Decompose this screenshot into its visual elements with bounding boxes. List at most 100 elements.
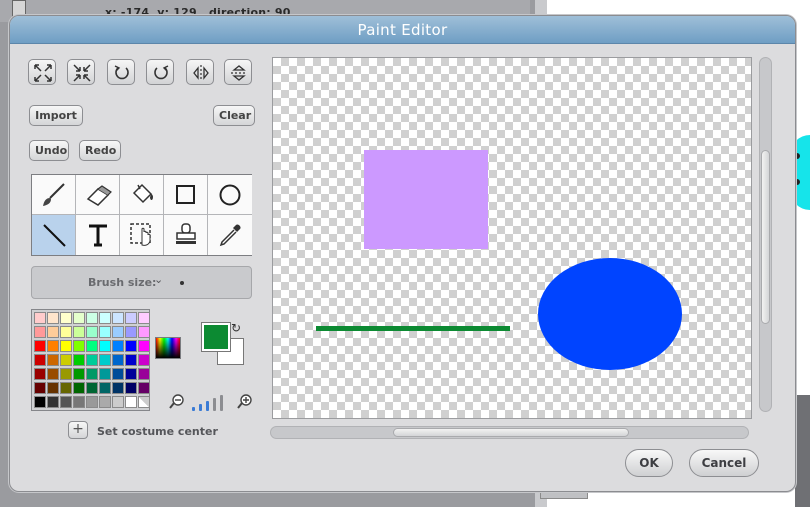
color-swatch[interactable] <box>125 396 137 408</box>
color-swatch[interactable] <box>47 354 59 366</box>
zoom-level-bar[interactable] <box>213 398 216 411</box>
color-swatch[interactable] <box>47 312 59 324</box>
color-swatch[interactable] <box>86 396 98 408</box>
zoom-level-indicator[interactable] <box>190 393 230 411</box>
color-swatch[interactable] <box>73 396 85 408</box>
color-swatch[interactable] <box>112 396 124 408</box>
color-swatch[interactable] <box>73 382 85 394</box>
color-swatch[interactable] <box>99 396 111 408</box>
color-swatch[interactable] <box>86 354 98 366</box>
horizontal-scroll-thumb[interactable] <box>393 428 629 437</box>
fill-tool[interactable] <box>120 175 164 215</box>
color-swatch[interactable] <box>60 340 72 352</box>
color-swatch[interactable] <box>34 368 46 380</box>
color-swatch[interactable] <box>86 382 98 394</box>
rotate-right-button[interactable] <box>146 59 174 85</box>
color-swatch[interactable] <box>73 326 85 338</box>
color-swatch[interactable] <box>138 396 150 408</box>
color-swatch[interactable] <box>138 382 150 394</box>
color-swatch[interactable] <box>86 326 98 338</box>
color-swatch[interactable] <box>138 340 150 352</box>
color-swatch[interactable] <box>47 382 59 394</box>
select-tool[interactable] <box>120 215 164 255</box>
color-swatch[interactable] <box>112 312 124 324</box>
color-swatch[interactable] <box>99 354 111 366</box>
color-swatch[interactable] <box>34 340 46 352</box>
color-swatch[interactable] <box>112 340 124 352</box>
color-swatch[interactable] <box>86 312 98 324</box>
cancel-button[interactable]: Cancel <box>689 449 759 477</box>
clear-button[interactable]: Clear <box>213 105 255 126</box>
chevron-down-icon[interactable]: ⌄ <box>154 273 163 286</box>
color-swatch[interactable] <box>47 326 59 338</box>
color-spectrum-picker[interactable] <box>155 337 181 359</box>
color-swatch[interactable] <box>99 368 111 380</box>
brush-size-panel[interactable]: Brush size: ⌄ <box>31 266 252 299</box>
color-swatch[interactable] <box>125 312 137 324</box>
color-swatch[interactable] <box>125 340 137 352</box>
zoom-level-bar[interactable] <box>220 395 223 411</box>
color-swatch[interactable] <box>125 368 137 380</box>
flip-vertical-button[interactable] <box>224 59 252 85</box>
color-swatch[interactable] <box>99 326 111 338</box>
zoom-level-bar[interactable] <box>206 401 209 411</box>
color-swatch[interactable] <box>34 326 46 338</box>
color-swatch[interactable] <box>99 312 111 324</box>
color-swatch[interactable] <box>138 368 150 380</box>
swap-colors-icon[interactable]: ↻ <box>231 321 241 335</box>
color-swatch[interactable] <box>86 368 98 380</box>
vertical-scroll-thumb[interactable] <box>761 150 770 324</box>
zoom-level-bar[interactable] <box>192 407 195 411</box>
dialog-titlebar[interactable]: Paint Editor <box>10 16 795 44</box>
color-swatch[interactable] <box>86 340 98 352</box>
color-swatch[interactable] <box>34 312 46 324</box>
color-swatch[interactable] <box>138 312 150 324</box>
text-tool[interactable] <box>76 215 120 255</box>
color-swatch[interactable] <box>73 312 85 324</box>
zoom-level-bar[interactable] <box>199 404 202 411</box>
color-swatch[interactable] <box>34 396 46 408</box>
color-swatch[interactable] <box>60 354 72 366</box>
grow-button[interactable] <box>28 59 56 85</box>
shrink-button[interactable] <box>67 59 95 85</box>
color-swatch[interactable] <box>99 382 111 394</box>
color-swatch[interactable] <box>138 326 150 338</box>
stamp-tool[interactable] <box>164 215 208 255</box>
canvas-vertical-scrollbar[interactable] <box>759 57 772 412</box>
flip-horizontal-button[interactable] <box>186 59 214 85</box>
color-swatch[interactable] <box>60 396 72 408</box>
color-swatch[interactable] <box>73 368 85 380</box>
color-swatch[interactable] <box>47 396 59 408</box>
set-center-button[interactable]: + <box>68 421 88 439</box>
zoom-in-icon[interactable] <box>237 393 253 409</box>
color-swatch[interactable] <box>73 354 85 366</box>
rectangle-tool[interactable] <box>164 175 208 215</box>
line-tool[interactable] <box>32 215 76 255</box>
eraser-tool[interactable] <box>76 175 120 215</box>
color-swatch[interactable] <box>125 382 137 394</box>
color-swatch[interactable] <box>47 368 59 380</box>
eyedropper-tool[interactable] <box>208 215 252 255</box>
color-swatch[interactable] <box>138 354 150 366</box>
foreground-color-swatch[interactable] <box>201 322 231 352</box>
color-swatch[interactable] <box>125 326 137 338</box>
color-swatch[interactable] <box>125 354 137 366</box>
rotate-left-button[interactable] <box>107 59 135 85</box>
ellipse-tool[interactable] <box>208 175 252 215</box>
redo-button[interactable]: Redo <box>79 140 121 161</box>
color-swatch[interactable] <box>47 340 59 352</box>
color-swatch[interactable] <box>112 326 124 338</box>
ok-button[interactable]: OK <box>625 449 673 477</box>
drawing-canvas[interactable] <box>272 57 752 419</box>
import-button[interactable]: Import <box>29 105 83 126</box>
color-swatch[interactable] <box>73 340 85 352</box>
color-swatch[interactable] <box>112 382 124 394</box>
zoom-out-icon[interactable] <box>169 393 185 409</box>
color-swatch[interactable] <box>60 312 72 324</box>
color-swatch[interactable] <box>112 354 124 366</box>
paintbrush-tool[interactable] <box>32 175 76 215</box>
undo-button[interactable]: Undo <box>29 140 69 161</box>
canvas-horizontal-scrollbar[interactable] <box>270 426 749 439</box>
color-swatch[interactable] <box>99 340 111 352</box>
color-swatch[interactable] <box>60 382 72 394</box>
